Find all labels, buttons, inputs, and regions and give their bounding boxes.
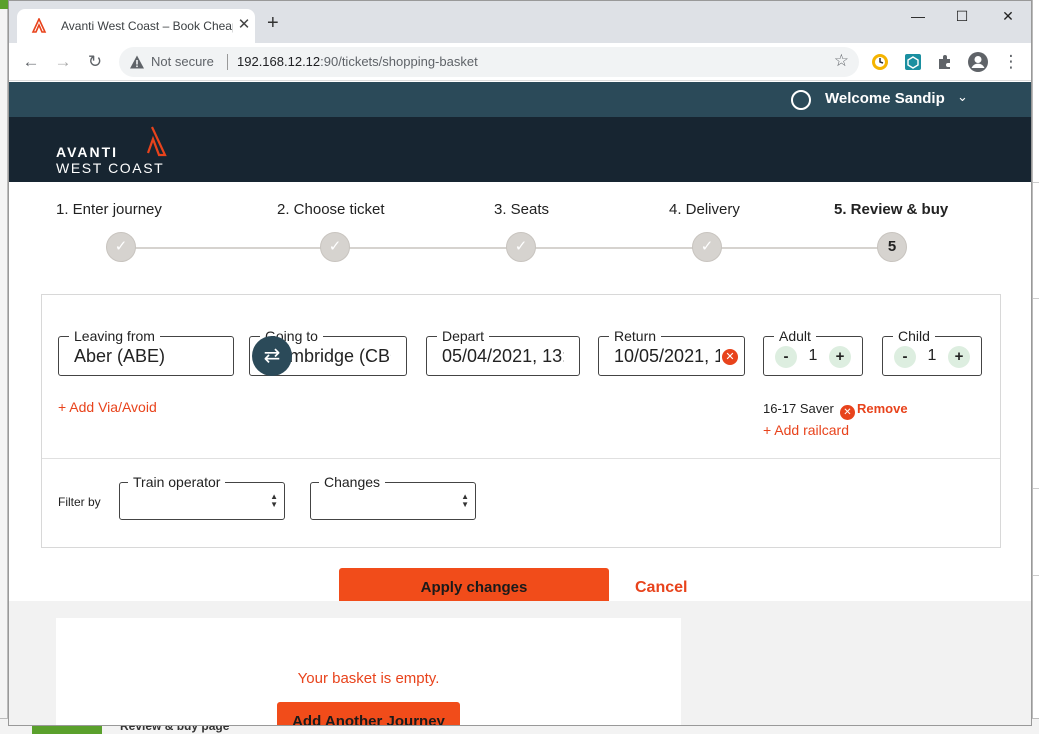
journey-form-panel: Leaving from Aber (ABE) ⇄ Going to Cambr… — [41, 294, 1001, 548]
step-delivery[interactable]: 4. Delivery — [669, 201, 740, 218]
tab-title: Avanti West Coast – Book Cheap — [61, 19, 233, 33]
adult-decrement-button[interactable]: - — [775, 346, 797, 368]
reload-button[interactable]: ↻ — [83, 50, 107, 74]
browser-toolbar: ← → ↻ Not secure 192.168.12.12:90/ticket… — [9, 43, 1031, 81]
close-window-button[interactable]: ✕ — [986, 5, 1030, 27]
close-tab-icon[interactable]: ✕ — [235, 16, 253, 34]
train-operator-label: Train operator — [128, 473, 226, 491]
step-choose-ticket[interactable]: 2. Choose ticket — [277, 201, 385, 218]
url-host: 192.168.12.12 — [237, 54, 321, 69]
extension-cube-icon[interactable] — [904, 53, 922, 71]
profile-avatar-icon[interactable] — [967, 51, 989, 73]
changes-select[interactable]: Changes ▲ ▼ — [310, 473, 476, 520]
return-label: Return — [609, 327, 662, 345]
child-stepper: Child - 1 + — [882, 327, 982, 376]
forward-button[interactable]: → — [51, 50, 75, 74]
child-count: 1 — [927, 347, 937, 364]
background-divider — [1033, 488, 1039, 489]
step-enter-journey[interactable]: 1. Enter journey — [56, 201, 162, 218]
background-divider — [1033, 575, 1039, 576]
minimize-button[interactable]: — — [896, 5, 940, 27]
avanti-favicon-icon — [31, 18, 47, 33]
depart-label: Depart — [437, 327, 490, 345]
empty-basket-message: Your basket is empty. — [297, 670, 440, 687]
return-value[interactable]: 10/05/2021, 10:00 — [614, 346, 720, 367]
remove-railcard-button[interactable]: ✕ Remove — [840, 401, 908, 420]
adult-increment-button[interactable]: + — [829, 346, 851, 368]
bookmark-star-icon[interactable]: ☆ — [834, 51, 849, 71]
train-operator-select[interactable]: Train operator ▲ ▼ — [119, 473, 285, 520]
step-2-check-icon: ✓ — [320, 232, 350, 262]
background-green-block — [0, 0, 8, 9]
step-3-check-icon: ✓ — [506, 232, 536, 262]
child-label: Child — [893, 327, 935, 345]
address-bar[interactable]: Not secure 192.168.12.12:90/tickets/shop… — [119, 47, 859, 77]
form-divider — [42, 458, 1000, 459]
changes-label: Changes — [319, 473, 386, 491]
background-left-strip — [0, 0, 8, 734]
step-5-current-indicator: 5 — [877, 232, 907, 262]
leaving-from-field[interactable]: Leaving from Aber (ABE) — [58, 327, 234, 376]
cancel-button[interactable]: Cancel — [635, 579, 687, 597]
remove-icon: ✕ — [840, 405, 855, 420]
filter-by-label: Filter by — [58, 495, 101, 509]
extension-clock-icon[interactable] — [871, 53, 889, 71]
select-arrows-icon: ▲ ▼ — [461, 492, 469, 509]
adult-count: 1 — [808, 347, 818, 364]
avanti-logo-mark-icon[interactable] — [145, 125, 167, 157]
depart-value[interactable]: 05/04/2021, 13:00 — [442, 346, 564, 367]
welcome-user-menu[interactable]: Welcome Sandip — [825, 90, 945, 107]
browser-menu-icon[interactable]: ⋮ — [999, 50, 1023, 74]
background-divider — [1033, 182, 1039, 183]
url-path: :90/tickets/shopping-basket — [320, 54, 478, 69]
brand-header: AVANTI WEST COAST — [9, 117, 1031, 182]
step-seats[interactable]: 3. Seats — [494, 201, 549, 218]
add-railcard-link[interactable]: + Add railcard — [763, 422, 849, 438]
warning-icon[interactable] — [129, 54, 145, 70]
security-label[interactable]: Not secure — [151, 54, 214, 69]
child-increment-button[interactable]: + — [948, 346, 970, 368]
adult-stepper: Adult - 1 + — [763, 327, 863, 376]
back-button[interactable]: ← — [19, 50, 43, 74]
add-via-avoid-link[interactable]: + Add Via/Avoid — [58, 399, 157, 415]
address-separator — [227, 54, 228, 70]
step-4-check-icon: ✓ — [692, 232, 722, 262]
return-date-field[interactable]: Return 10/05/2021, 10:00 ✕ — [598, 327, 745, 376]
adult-label: Adult — [774, 327, 816, 345]
url-text[interactable]: 192.168.12.12:90/tickets/shopping-basket — [237, 54, 478, 69]
browser-tab[interactable]: Avanti West Coast – Book Cheap ✕ — [17, 9, 255, 43]
chevron-down-icon[interactable]: ⌄ — [957, 89, 968, 105]
leaving-from-label: Leaving from — [69, 327, 160, 345]
logo-text-west-coast[interactable]: WEST COAST — [56, 160, 164, 176]
step-review-buy: 5. Review & buy — [834, 201, 949, 218]
add-another-journey-button[interactable]: Add Another Journey — [277, 702, 460, 725]
depart-date-field[interactable]: Depart 05/04/2021, 13:00 — [426, 327, 580, 376]
basket-panel: Your basket is empty. Add Another Journe… — [56, 618, 681, 725]
account-bar: Welcome Sandip ⌄ — [9, 82, 1031, 117]
step-1-check-icon: ✓ — [106, 232, 136, 262]
tab-strip: Avanti West Coast – Book Cheap ✕ + — ☐ ✕ — [9, 1, 1031, 43]
child-decrement-button[interactable]: - — [894, 346, 916, 368]
select-arrows-icon: ▲ ▼ — [270, 492, 278, 509]
user-icon[interactable] — [791, 90, 811, 110]
logo-text-avanti[interactable]: AVANTI — [56, 144, 118, 160]
background-right-strip — [1032, 0, 1039, 734]
new-tab-button[interactable]: + — [267, 13, 279, 33]
railcard-name: 16-17 Saver — [763, 401, 834, 416]
extensions-puzzle-icon[interactable] — [936, 53, 954, 71]
leaving-from-value[interactable]: Aber (ABE) — [74, 346, 224, 367]
maximize-button[interactable]: ☐ — [940, 5, 984, 27]
swap-stations-icon[interactable]: ⇄ — [252, 336, 292, 376]
browser-window: Avanti West Coast – Book Cheap ✕ + — ☐ ✕… — [8, 0, 1032, 726]
background-divider — [1033, 298, 1039, 299]
clear-return-icon[interactable]: ✕ — [722, 349, 738, 365]
remove-label: Remove — [857, 401, 908, 416]
